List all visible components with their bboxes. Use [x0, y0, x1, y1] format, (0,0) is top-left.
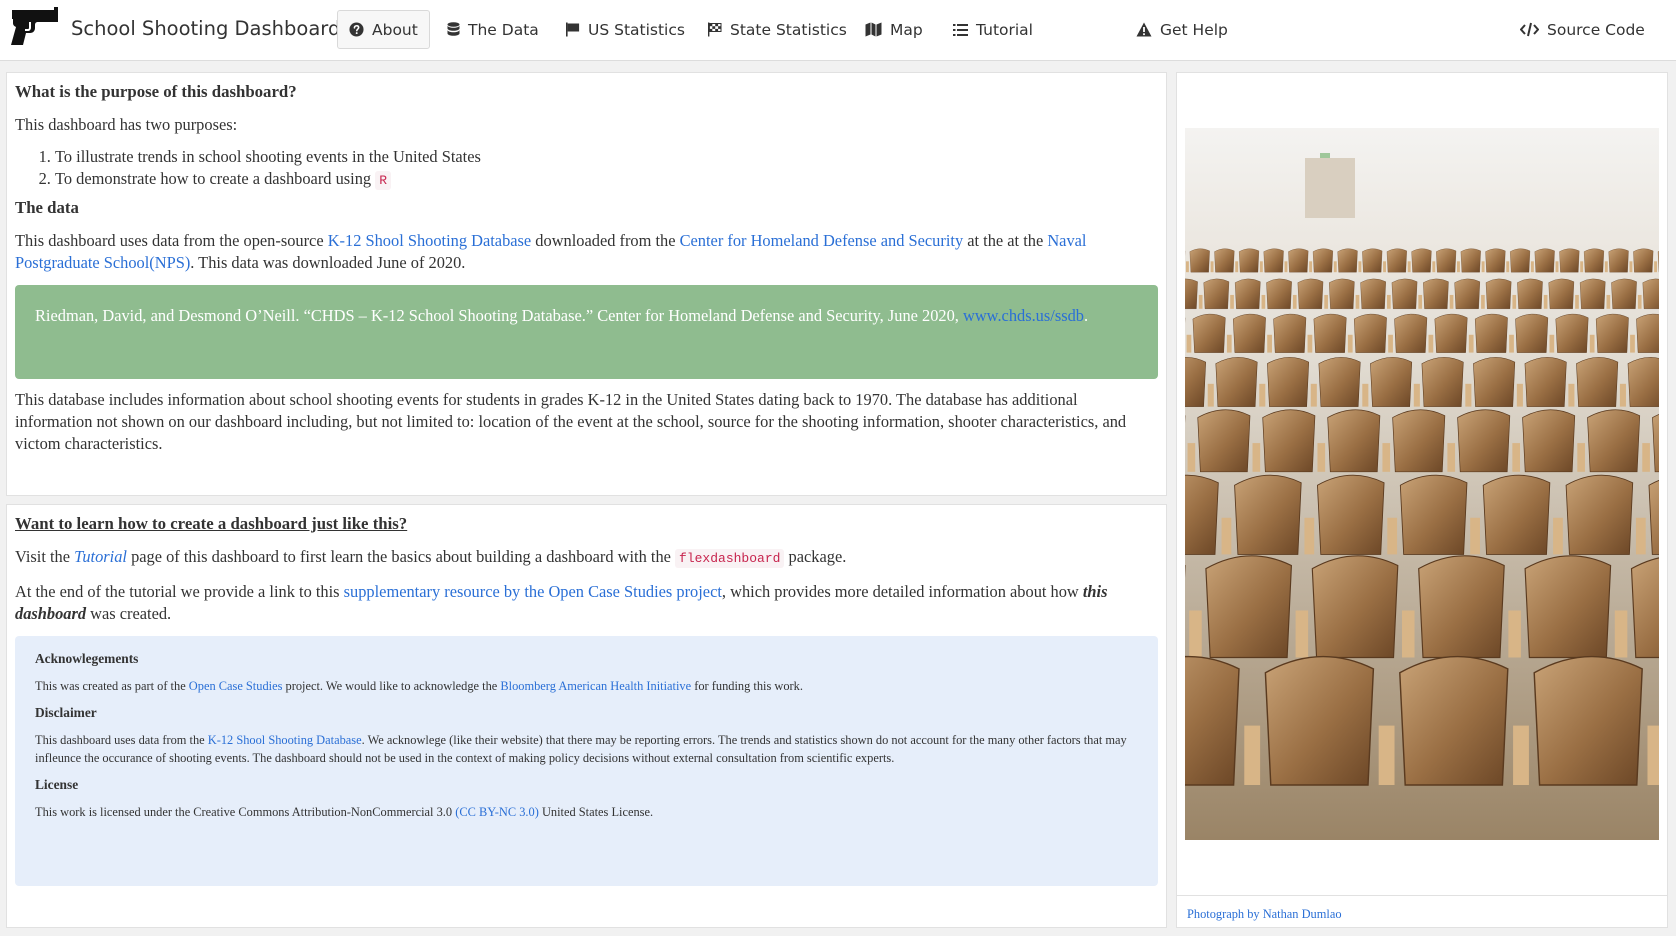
- nav-state-statistics-label: State Statistics: [730, 20, 847, 39]
- flag-checkered-icon: [708, 22, 722, 37]
- nav-the-data[interactable]: The Data: [435, 10, 551, 49]
- cc-license-link[interactable]: (CC BY-NC 3.0): [455, 805, 539, 819]
- photo-credit: Photograph by Nathan Dumlao: [1187, 907, 1342, 922]
- dashboard-title[interactable]: School Shooting Dashboard: [71, 17, 340, 40]
- acknowledgements-box: Acknowlegements This was created as part…: [15, 636, 1158, 886]
- nav-get-help[interactable]: Get Help: [1124, 10, 1240, 49]
- k12-database-link-2[interactable]: K-12 Shool Shooting Database: [208, 733, 362, 747]
- bloomberg-link[interactable]: Bloomberg American Health Initiative: [500, 679, 691, 693]
- question-circle-icon: [349, 22, 364, 37]
- database-icon: [447, 22, 460, 36]
- data-description: This dashboard uses data from the open-s…: [15, 231, 1087, 272]
- navbar: School Shooting Dashboard About The Data…: [0, 0, 1676, 61]
- purpose-heading: What is the purpose of this dashboard?: [15, 82, 297, 101]
- nav-the-data-label: The Data: [468, 20, 539, 39]
- license-heading: License: [35, 777, 79, 792]
- list-icon: [953, 23, 968, 36]
- citation-box: Riedman, David, and Desmond O’Neill. “CH…: [15, 285, 1158, 379]
- nav-tutorial-label: Tutorial: [976, 20, 1033, 39]
- learn-heading: Want to learn how to create a dashboard …: [15, 514, 408, 533]
- purpose-intro: This dashboard has two purposes:: [15, 115, 238, 134]
- nav-map[interactable]: Map: [853, 10, 935, 49]
- license-text: This work is licensed under the Creative…: [35, 805, 654, 819]
- nav-map-label: Map: [890, 20, 923, 39]
- purpose-item: To demonstrate how to create a dashboard…: [55, 168, 1158, 192]
- warning-icon: [1136, 22, 1152, 37]
- nav-source-code-label: Source Code: [1547, 20, 1645, 39]
- disclaimer-text: This dashboard uses data from the K-12 S…: [35, 733, 1127, 765]
- nav-us-statistics[interactable]: US Statistics: [553, 10, 697, 49]
- chds-link[interactable]: Center for Homeland Defense and Security: [680, 231, 964, 250]
- nav-state-statistics[interactable]: State Statistics: [695, 10, 859, 49]
- r-code: R: [375, 171, 392, 190]
- open-case-studies-link[interactable]: Open Case Studies: [189, 679, 283, 693]
- nav-us-statistics-label: US Statistics: [588, 20, 685, 39]
- flexdashboard-code: flexdashboard: [675, 549, 785, 568]
- purpose-list: To illustrate trends in school shooting …: [55, 146, 1158, 192]
- acknowledgements-text: This was created as part of the Open Cas…: [35, 679, 803, 693]
- photo-panel: Photograph by Nathan Dumlao: [1176, 72, 1668, 928]
- nav-about[interactable]: About: [337, 10, 430, 49]
- flag-icon: [566, 22, 580, 37]
- code-icon: [1520, 22, 1539, 37]
- caption-divider: [1177, 895, 1667, 896]
- learn-end-text: At the end of the tutorial we provide a …: [15, 582, 1108, 623]
- nav-about-label: About: [372, 20, 418, 39]
- acknowledgements-heading: Acknowlegements: [35, 651, 139, 666]
- ssdb-link[interactable]: www.chds.us/ssdb: [963, 306, 1084, 325]
- nav-get-help-label: Get Help: [1160, 20, 1228, 39]
- nav-source-code[interactable]: Source Code: [1508, 10, 1657, 49]
- purpose-item: To illustrate trends in school shooting …: [55, 146, 1158, 168]
- lecture-hall-photo: [1185, 128, 1659, 840]
- photo-credit-link[interactable]: Photograph by Nathan Dumlao: [1187, 907, 1342, 921]
- map-icon: [865, 22, 882, 37]
- nav-tutorial[interactable]: Tutorial: [941, 10, 1045, 49]
- k12-database-link[interactable]: K-12 Shool Shooting Database: [328, 231, 532, 250]
- learn-visit-text: Visit the Tutorial page of this dashboar…: [15, 547, 847, 568]
- disclaimer-heading: Disclaimer: [35, 705, 97, 720]
- pistol-logo-icon: [11, 7, 58, 45]
- database-description: This database includes information about…: [15, 390, 1127, 453]
- data-heading: The data: [15, 198, 79, 217]
- learn-panel: Want to learn how to create a dashboard …: [6, 504, 1167, 928]
- tutorial-link[interactable]: Tutorial: [74, 547, 127, 566]
- supplementary-resource-link[interactable]: supplementary resource by the Open Case …: [344, 582, 722, 601]
- about-panel: What is the purpose of this dashboard? T…: [6, 72, 1167, 496]
